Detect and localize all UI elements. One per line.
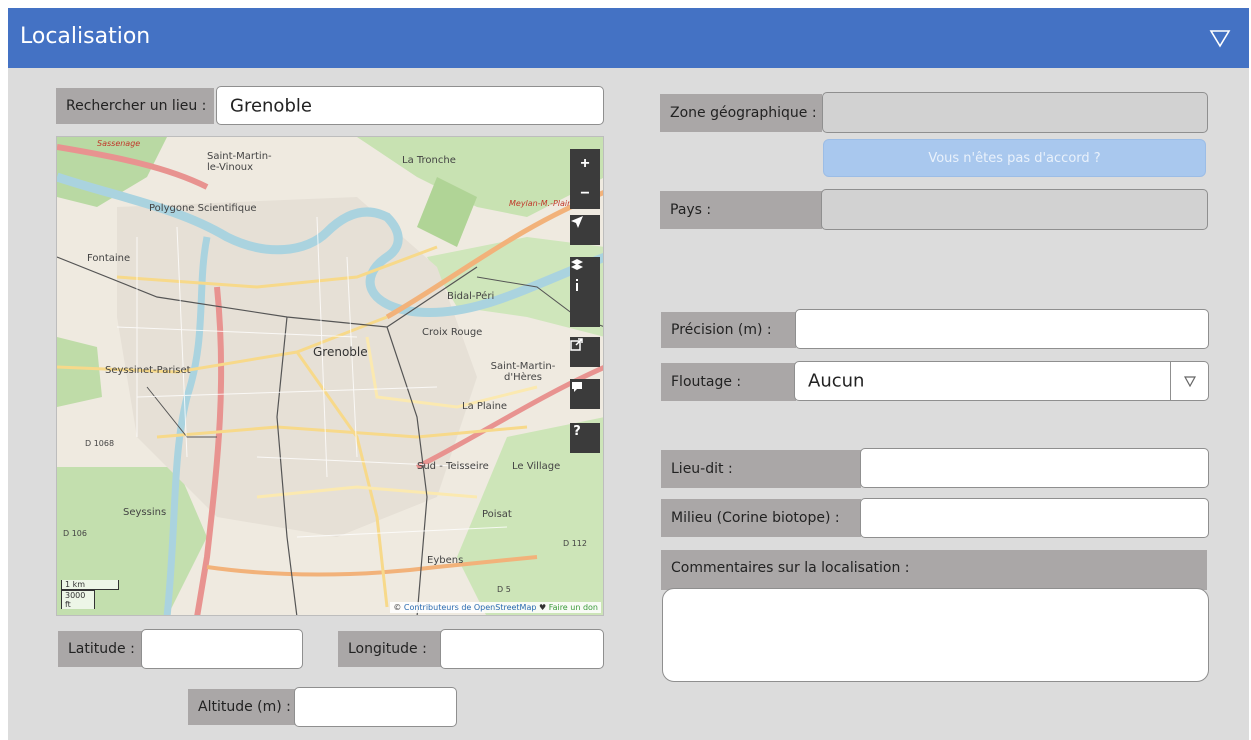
zoom-out-button[interactable]: − xyxy=(570,179,600,209)
share-icon xyxy=(570,338,583,351)
map-label-seyssinet: Seyssinet-Pariset xyxy=(105,365,191,376)
heart-icon: ♥ xyxy=(536,603,549,612)
pays-field xyxy=(821,189,1208,230)
pays-label: Pays : xyxy=(660,191,822,229)
zone-label: Zone géographique : xyxy=(660,94,822,132)
share-button[interactable] xyxy=(570,337,600,367)
osm-contributors-link[interactable]: Contributeurs de OpenStreetMap xyxy=(404,603,537,612)
map-label-croix-rouge: Croix Rouge xyxy=(422,327,483,338)
question-mark-icon: ? xyxy=(573,424,581,437)
zoom-in-button[interactable]: + xyxy=(570,149,600,179)
map-view[interactable]: Sassenage Saint-Martin-le-Vinoux La Tron… xyxy=(56,136,604,616)
latitude-input[interactable] xyxy=(141,629,303,669)
precision-input[interactable] xyxy=(795,309,1209,349)
map-label-sassenage: Sassenage xyxy=(97,139,141,148)
collapse-triangle-icon[interactable] xyxy=(1207,24,1233,50)
map-label-saint-martin-le-vinoux: Saint-Martin-le-Vinoux xyxy=(207,151,272,173)
layers-icon xyxy=(571,259,583,291)
comment-icon xyxy=(572,382,582,392)
search-input-value: Grenoble xyxy=(230,95,312,116)
zone-field xyxy=(822,92,1208,133)
map-label-d5: D 5 xyxy=(497,585,511,594)
map-label-la-plaine: La Plaine xyxy=(462,401,508,412)
altitude-input[interactable] xyxy=(294,687,457,727)
map-label-d106: D 106 xyxy=(63,529,87,538)
latitude-label: Latitude : xyxy=(58,631,142,667)
comment-label: Commentaires sur la localisation : xyxy=(661,550,1207,590)
map-label-le-village: Le Village xyxy=(512,461,561,472)
help-button[interactable]: ? xyxy=(570,423,600,453)
attribution-prefix: © xyxy=(393,603,404,612)
map-attribution: © Contributeurs de OpenStreetMap ♥ Faire… xyxy=(390,602,601,613)
localisation-panel: Localisation Rechercher un lieu : Grenob… xyxy=(8,8,1249,740)
map-scale: 1 km 3000 ft xyxy=(61,580,119,609)
map-label-meylan: Meylan-M.-Plaine xyxy=(509,199,578,208)
floutage-label: Floutage : xyxy=(661,363,796,401)
search-input[interactable]: Grenoble xyxy=(216,86,604,125)
svg-text:?: ? xyxy=(573,424,581,437)
map-label-fontaine: Fontaine xyxy=(87,253,131,264)
search-label: Rechercher un lieu : xyxy=(56,88,214,124)
navigation-arrow-icon xyxy=(571,216,583,228)
floutage-select[interactable]: Aucun xyxy=(794,361,1209,401)
precision-label: Précision (m) : xyxy=(661,312,796,348)
layers-button[interactable] xyxy=(570,257,600,327)
longitude-input[interactable] xyxy=(440,629,604,669)
scale-km: 1 km xyxy=(61,580,119,590)
panel-header[interactable]: Localisation xyxy=(8,8,1249,68)
plus-icon: + xyxy=(580,155,590,172)
altitude-label: Altitude (m) : xyxy=(188,689,298,725)
comment-textarea[interactable] xyxy=(662,588,1209,682)
map-label-poisat: Poisat xyxy=(482,509,512,520)
locate-button[interactable] xyxy=(570,215,600,245)
map-label-d112: D 112 xyxy=(563,539,587,548)
milieu-label: Milieu (Corine biotope) : xyxy=(661,499,861,537)
map-label-bidal: Bidal-Péri xyxy=(447,291,495,302)
map-label-la-tronche: La Tronche xyxy=(402,155,456,166)
map-label-polygone: Polygone Scientifique xyxy=(149,203,257,214)
disagree-button[interactable]: Vous n'êtes pas d'accord ? xyxy=(823,139,1206,177)
map-label-saint-martin-dheres: Saint-Martin-d'Hères xyxy=(490,361,556,383)
donate-link[interactable]: Faire un don xyxy=(549,603,598,612)
note-button[interactable] xyxy=(570,379,600,409)
map-label-grenoble: Grenoble xyxy=(313,345,368,359)
lieudit-input[interactable] xyxy=(860,448,1209,488)
scale-ft: 3000 ft xyxy=(61,590,95,609)
map-label-d1068: D 1068 xyxy=(85,439,115,448)
panel-title: Localisation xyxy=(20,24,151,49)
lieudit-label: Lieu-dit : xyxy=(661,450,861,488)
map-label-eybens: Eybens xyxy=(427,555,464,566)
dropdown-arrow-icon[interactable] xyxy=(1170,362,1208,400)
milieu-input[interactable] xyxy=(860,498,1209,538)
minus-icon: − xyxy=(580,185,590,202)
floutage-selected-value: Aucun xyxy=(808,370,865,392)
map-label-sud-teisseire: Sud - Teisseire xyxy=(417,461,489,472)
map-label-seyssins: Seyssins xyxy=(123,507,167,518)
longitude-label: Longitude : xyxy=(338,631,442,667)
